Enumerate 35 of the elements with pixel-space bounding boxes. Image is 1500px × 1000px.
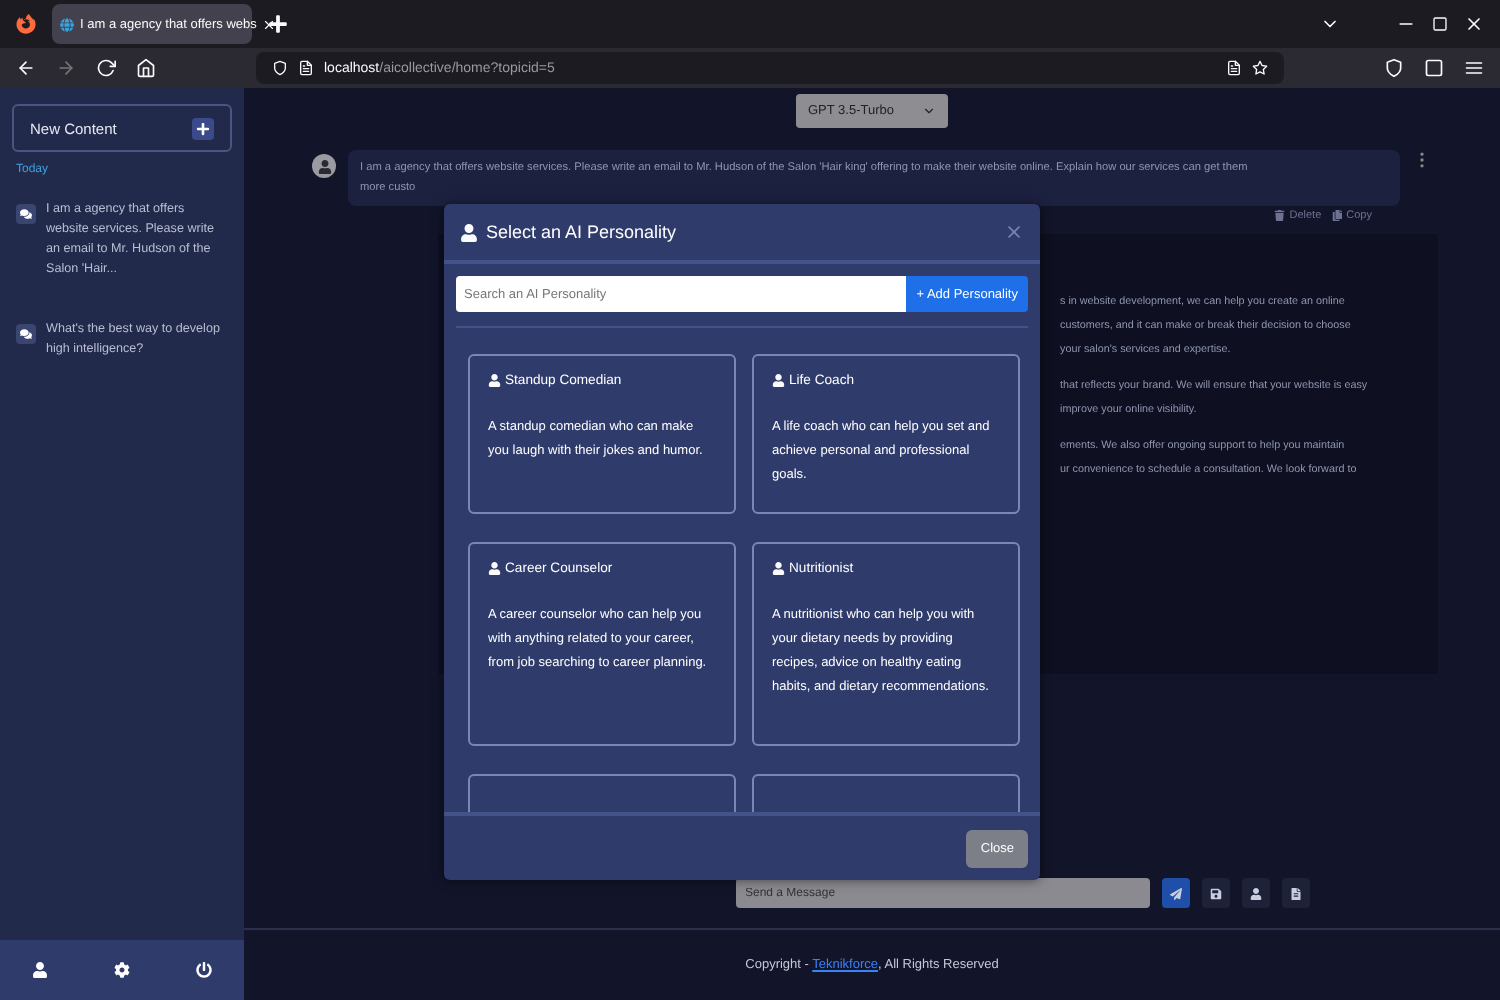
copy-icon xyxy=(1331,210,1343,222)
user-icon xyxy=(460,223,478,241)
globe-icon xyxy=(60,17,74,31)
user-avatar-icon xyxy=(312,154,336,178)
home-icon[interactable] xyxy=(136,58,156,78)
shield-icon[interactable] xyxy=(1384,58,1404,78)
back-icon[interactable] xyxy=(16,58,36,78)
user-icon xyxy=(772,562,785,576)
save-icon[interactable] xyxy=(1201,878,1229,908)
user-icon xyxy=(488,562,501,576)
user-icon xyxy=(772,374,785,388)
new-tab-icon[interactable] xyxy=(268,14,288,34)
chat-icon xyxy=(16,324,36,344)
dialog-title: Select an AI Personality xyxy=(486,222,677,242)
user-icon[interactable] xyxy=(1241,878,1269,908)
menu-icon[interactable] xyxy=(1464,58,1484,78)
star-icon[interactable] xyxy=(1252,60,1268,76)
page-icon xyxy=(298,60,314,76)
send-icon[interactable] xyxy=(1161,878,1189,908)
forward-icon[interactable] xyxy=(56,58,76,78)
trash-icon xyxy=(1274,210,1286,222)
plus-icon xyxy=(192,117,214,139)
chevron-down-icon xyxy=(922,104,936,118)
document-icon[interactable] xyxy=(1281,878,1309,908)
reload-icon[interactable] xyxy=(96,58,116,78)
power-icon[interactable] xyxy=(191,958,216,982)
reader-icon[interactable] xyxy=(1226,60,1242,76)
browser-logo-icon xyxy=(16,14,36,34)
user-icon xyxy=(488,374,501,388)
user-icon[interactable] xyxy=(28,958,53,982)
shield-icon xyxy=(272,60,288,76)
settings-icon[interactable] xyxy=(109,958,134,982)
close-icon[interactable] xyxy=(1464,14,1484,34)
restore-icon[interactable] xyxy=(1432,16,1448,32)
chat-icon xyxy=(16,204,36,224)
